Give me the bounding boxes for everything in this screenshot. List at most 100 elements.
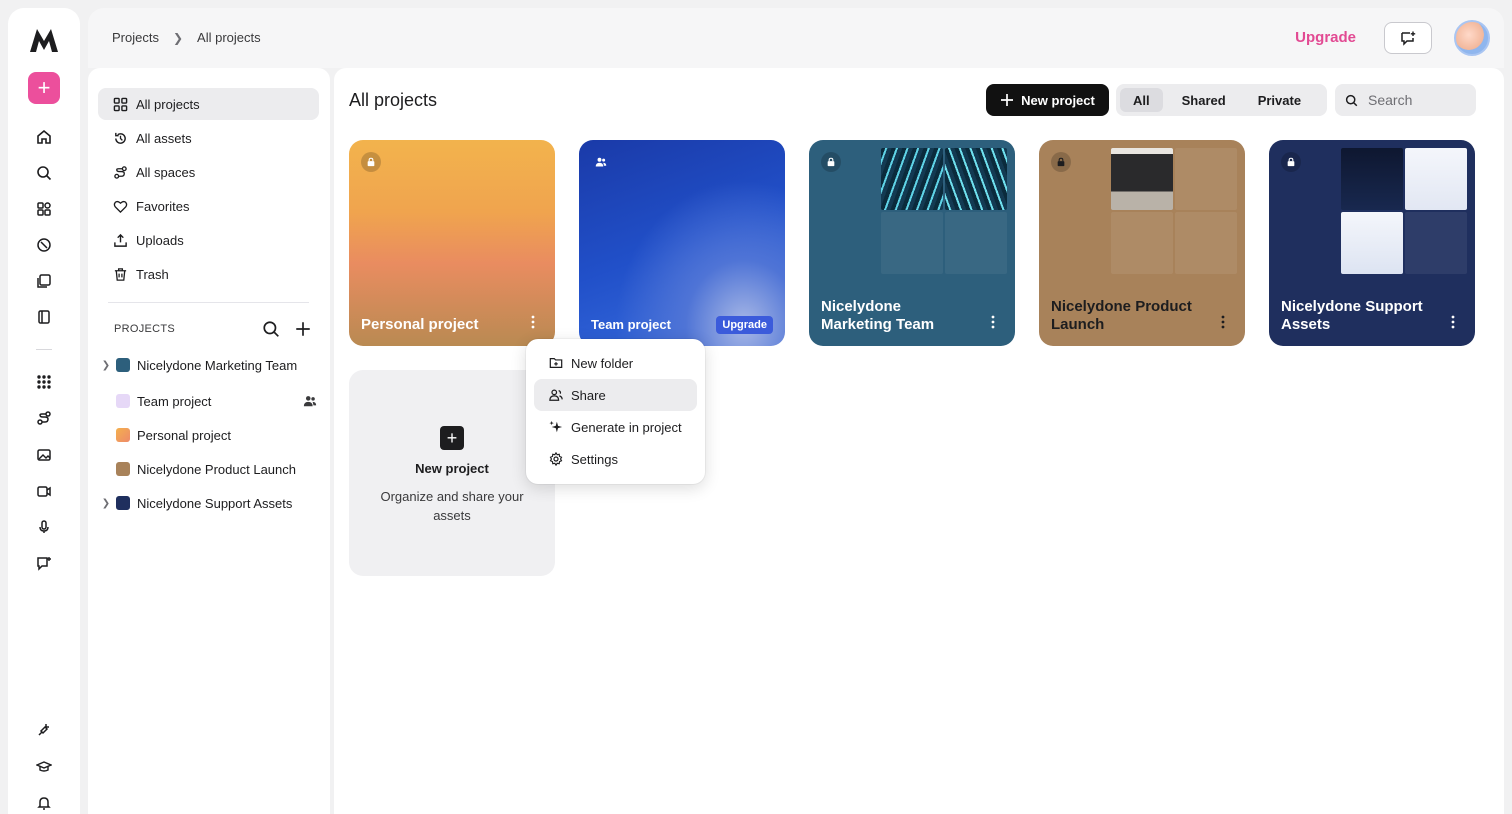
- projects-sidebar: All projects All assets All spaces Favor…: [88, 68, 330, 814]
- menu-item-label: Share: [571, 387, 606, 403]
- nav-all-spaces[interactable]: All spaces: [98, 156, 319, 188]
- menu-item-share[interactable]: Share: [534, 379, 697, 411]
- filter-all[interactable]: All: [1120, 88, 1163, 112]
- menu-item-new-folder[interactable]: New folder: [534, 347, 697, 379]
- nav-favorites[interactable]: Favorites: [98, 190, 319, 222]
- search-icon[interactable]: [262, 320, 280, 338]
- create-button[interactable]: +: [28, 72, 60, 104]
- project-label: Team project: [137, 393, 212, 409]
- top-bar: Projects ❯ All projects Upgrade: [88, 8, 1504, 68]
- workflow-icon[interactable]: [34, 408, 54, 428]
- home-icon[interactable]: [34, 127, 54, 147]
- projects-heading: PROJECTS: [114, 323, 176, 335]
- more-options-icon[interactable]: [989, 314, 997, 330]
- chat-plus-icon: [1401, 31, 1416, 46]
- menu-item-settings[interactable]: Settings: [534, 443, 697, 475]
- gear-icon: [549, 452, 563, 466]
- team-icon: [591, 152, 611, 172]
- chat-icon[interactable]: [34, 553, 54, 573]
- explore-icon[interactable]: [34, 235, 54, 255]
- thumbnail-grid: [881, 148, 1007, 274]
- thumbnail-grid: [1111, 148, 1237, 274]
- upgrade-link[interactable]: Upgrade: [1295, 29, 1356, 46]
- add-icon[interactable]: [294, 320, 312, 338]
- project-item-personal[interactable]: Personal project: [98, 420, 319, 450]
- nav-all-assets[interactable]: All assets: [98, 122, 319, 154]
- project-label: Nicelydone Marketing Team: [137, 357, 298, 373]
- new-card-title: New project: [415, 461, 489, 476]
- search-icon[interactable]: [34, 163, 54, 183]
- chevron-right-icon[interactable]: ❯: [98, 498, 114, 509]
- rail-divider: [36, 349, 52, 350]
- avatar[interactable]: [1454, 20, 1490, 56]
- image-icon[interactable]: [34, 445, 54, 465]
- chevron-right-icon: ❯: [172, 30, 184, 45]
- library-icon[interactable]: [34, 307, 54, 327]
- microphone-icon[interactable]: [34, 517, 54, 537]
- thumbnail-empty: [1175, 148, 1237, 210]
- project-item-support-assets[interactable]: ❯ Nicelydone Support Assets: [98, 488, 319, 518]
- thumbnail-grid: [1341, 148, 1467, 274]
- sparkle-icon: [549, 420, 563, 434]
- nav-trash[interactable]: Trash: [98, 258, 319, 290]
- plugin-icon[interactable]: [34, 720, 54, 740]
- project-card-product-launch[interactable]: Nicelydone Product Launch: [1039, 140, 1245, 346]
- grid-menu-icon[interactable]: [34, 372, 54, 392]
- upgrade-badge[interactable]: Upgrade: [716, 316, 773, 334]
- app-rail: +: [8, 8, 80, 814]
- apps-icon[interactable]: [34, 199, 54, 219]
- menu-item-generate[interactable]: Generate in project: [534, 411, 697, 443]
- menu-item-label: Generate in project: [571, 419, 682, 435]
- menu-item-label: Settings: [571, 451, 618, 467]
- thumbnail-empty: [881, 212, 943, 274]
- nav-all-projects[interactable]: All projects: [98, 88, 319, 120]
- lock-icon: [361, 152, 381, 172]
- project-color-swatch: [116, 462, 130, 476]
- chevron-right-icon[interactable]: ❯: [98, 360, 114, 371]
- filter-private[interactable]: Private: [1245, 88, 1314, 112]
- feedback-button[interactable]: [1384, 22, 1432, 54]
- card-title: Team project: [591, 317, 671, 332]
- project-item-product-launch[interactable]: Nicelydone Product Launch: [98, 454, 319, 484]
- more-options-icon[interactable]: [1219, 314, 1227, 330]
- more-options-icon[interactable]: [1449, 314, 1457, 330]
- project-label: Personal project: [137, 427, 231, 443]
- team-icon: [303, 396, 317, 407]
- project-card-team[interactable]: Team project Upgrade: [579, 140, 785, 346]
- more-options-icon[interactable]: [529, 314, 537, 330]
- thumbnail: [1405, 148, 1467, 210]
- lock-icon: [821, 152, 841, 172]
- project-card-marketing[interactable]: Nicelydone Marketing Team: [809, 140, 1015, 346]
- search-box: [1335, 84, 1476, 116]
- thumbnail-empty: [1175, 212, 1237, 274]
- video-icon[interactable]: [34, 481, 54, 501]
- card-title: Nicelydone Product Launch: [1051, 298, 1192, 333]
- project-item-marketing[interactable]: ❯ Nicelydone Marketing Team: [98, 350, 319, 380]
- thumbnail: [1341, 212, 1403, 274]
- nav-label: All assets: [136, 130, 192, 146]
- filter-shared[interactable]: Shared: [1169, 88, 1239, 112]
- page-title: All projects: [349, 90, 438, 110]
- new-project-button[interactable]: New project: [986, 84, 1109, 116]
- upload-icon: [112, 232, 128, 248]
- lock-icon: [1051, 152, 1071, 172]
- gallery-icon[interactable]: [34, 271, 54, 291]
- nav-uploads[interactable]: Uploads: [98, 224, 319, 256]
- project-color-swatch: [116, 394, 130, 408]
- thumbnail-empty: [1405, 212, 1467, 274]
- project-card-personal[interactable]: Personal project: [349, 140, 555, 346]
- nav-label: Uploads: [136, 232, 184, 248]
- app-logo[interactable]: [28, 26, 60, 54]
- breadcrumb-projects[interactable]: Projects: [112, 30, 159, 45]
- learn-icon[interactable]: [34, 757, 54, 777]
- bell-icon[interactable]: [34, 793, 54, 813]
- search-input[interactable]: [1368, 92, 1458, 108]
- filter-segmented-control: All Shared Private: [1116, 84, 1327, 116]
- project-color-swatch: [116, 358, 130, 372]
- thumbnail: [945, 148, 1007, 210]
- sidebar-divider: [108, 302, 309, 303]
- project-item-team[interactable]: Team project: [98, 386, 319, 416]
- project-card-support-assets[interactable]: Nicelydone Support Assets: [1269, 140, 1475, 346]
- thumbnail: [1111, 148, 1173, 210]
- new-project-card[interactable]: + New project Organize and share your as…: [349, 370, 555, 576]
